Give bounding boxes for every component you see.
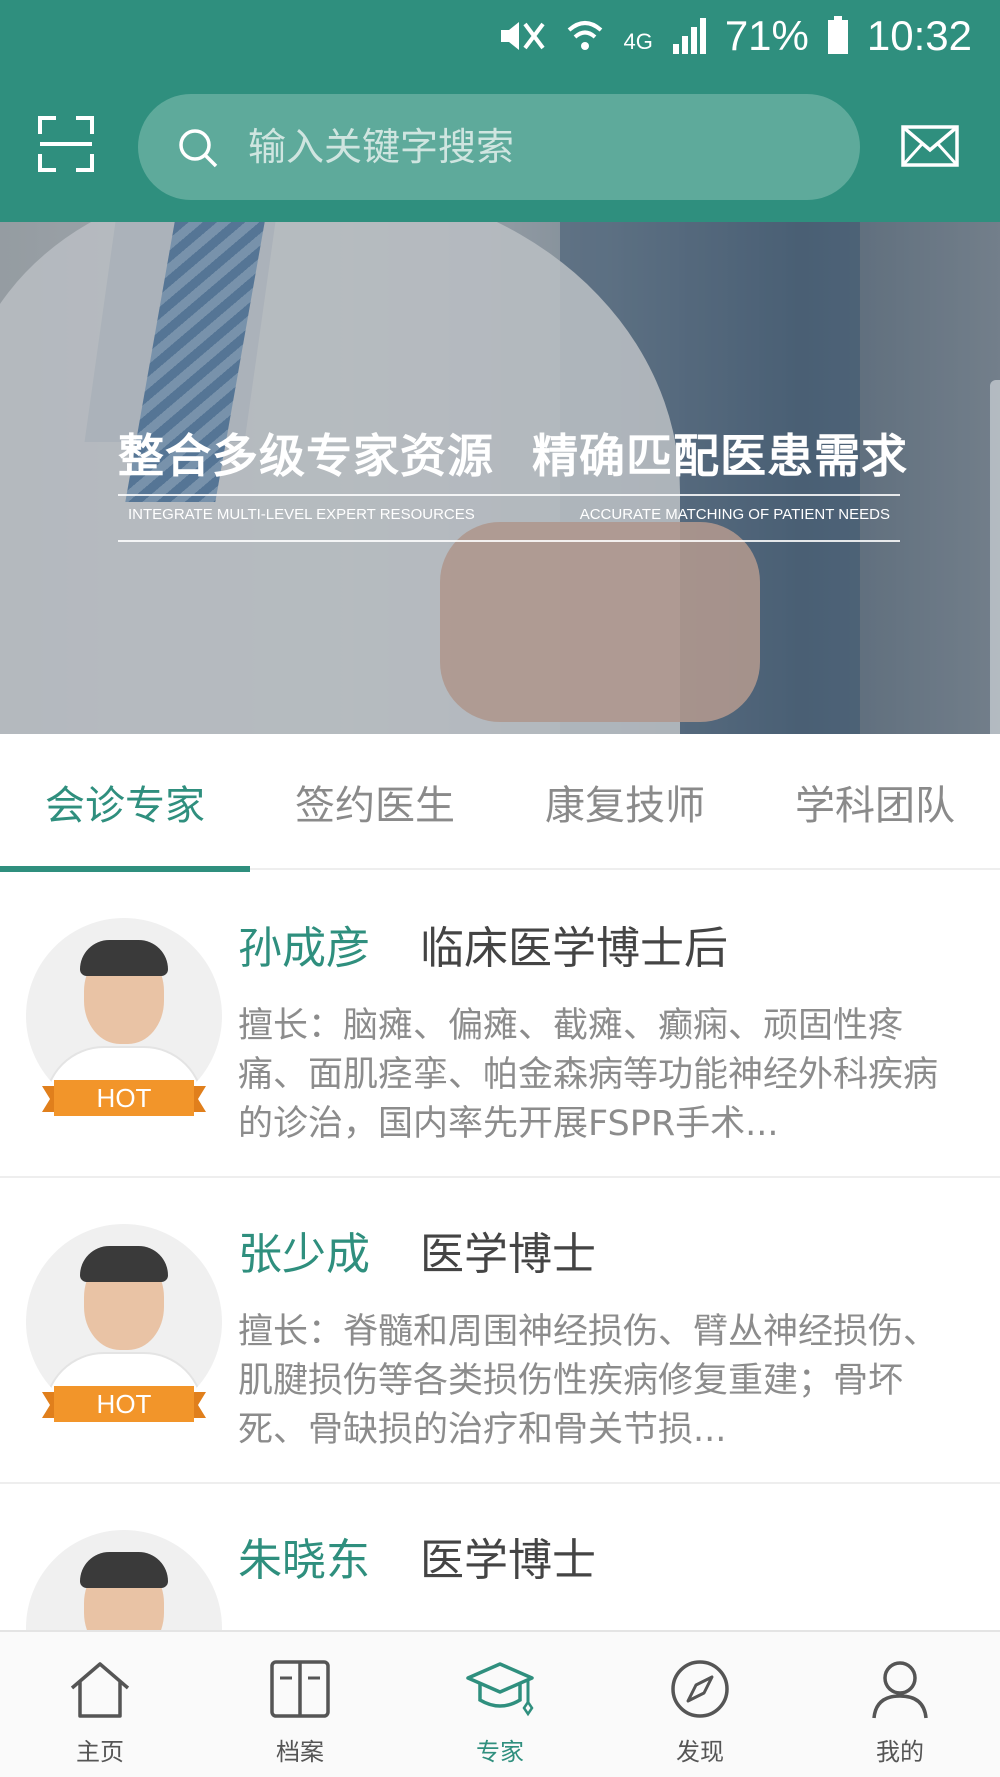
status-bar: 4G 71% 10:32 (0, 0, 1000, 72)
avatar-hair (80, 1552, 168, 1588)
battery-icon (827, 16, 848, 54)
signal-icon (672, 18, 706, 54)
nav-discover-label: 发现 (676, 1738, 724, 1766)
app-header: 4G 71% 10:32 (0, 0, 1000, 222)
promo-banner[interactable]: 整合多级专家资源 精确匹配医患需求 INTEGRATE MULTI-LEVEL … (0, 222, 1000, 734)
banner-divider-bottom (118, 540, 900, 542)
graduation-cap-icon (466, 1662, 534, 1717)
network-type-label: 4G (623, 29, 653, 54)
banner-title-right: 精确匹配医患需求 (532, 429, 908, 483)
nav-discover[interactable]: 发现 (600, 1632, 800, 1777)
banner-sub-right: ACCURATE MATCHING OF PATIENT NEEDS (579, 506, 890, 523)
nav-profile[interactable]: 我的 (800, 1632, 1000, 1777)
message-button[interactable] (900, 124, 960, 168)
banner-headline: 整合多级专家资源 精确匹配医患需求 (118, 420, 908, 486)
doctor-card[interactable]: HOT 孙成彦 临床医学博士后 擅长：脑瘫、偏瘫、截瘫、癫痫、顽固性疼痛、面肌痉… (0, 872, 1000, 1178)
expert-category-tabs: 会诊专家 签约医生 康复技师 学科团队 (0, 734, 1000, 872)
mute-icon (501, 22, 546, 50)
hot-badge-label: HOT (96, 1389, 152, 1419)
doctor-specialty: 擅长：脊髓和周围神经损伤、臂丛神经损伤、肌腱损伤等各类损伤性疾病修复重建；骨坏死… (238, 1312, 939, 1450)
avatar-hair (80, 940, 168, 976)
nav-experts[interactable]: 专家 (400, 1632, 600, 1777)
doctor-specialty: 擅长：脑瘫、偏瘫、截瘫、癫痫、顽固性疼痛、面肌痉挛、帕金森病等功能神经外科疾病的… (238, 1006, 939, 1144)
banner-title-left: 整合多级专家资源 (118, 429, 494, 483)
doctor-card[interactable]: HOT 张少成 医学博士 擅长：脊髓和周围神经损伤、臂丛神经损伤、肌腱损伤等各类… (0, 1178, 1000, 1484)
banner-sub-left: INTEGRATE MULTI-LEVEL EXPERT RESOURCES (128, 506, 475, 523)
clock-label: 10:32 (866, 12, 972, 59)
doctor-name: 张少成 (238, 1229, 370, 1280)
doctor-card[interactable]: 朱晓东 医学博士 (0, 1484, 1000, 1630)
scan-button[interactable] (36, 114, 96, 174)
mail-icon (901, 125, 959, 167)
user-icon (872, 1661, 928, 1719)
hot-badge: HOT (42, 1080, 206, 1120)
battery-percent-label: 71% (724, 12, 809, 59)
hot-badge: HOT (42, 1386, 206, 1426)
doctor-title: 临床医学博士后 (420, 923, 728, 974)
nav-home-label: 主页 (76, 1738, 124, 1766)
status-icons: 4G 71% 10:32 (497, 8, 972, 64)
doctor-name: 孙成彦 (238, 923, 370, 974)
doctor-avatar (26, 1530, 222, 1630)
banner-divider-top (118, 494, 900, 496)
search-input[interactable] (248, 94, 828, 200)
nav-profile-label: 我的 (876, 1738, 924, 1766)
search-bar[interactable] (138, 94, 860, 200)
tab-discipline-teams[interactable]: 学科团队 (750, 734, 1000, 870)
tab-rehab-technicians[interactable]: 康复技师 (500, 734, 750, 870)
nav-archive[interactable]: 档案 (200, 1632, 400, 1777)
tab-consult-experts[interactable]: 会诊专家 (0, 734, 250, 870)
nav-home[interactable]: 主页 (0, 1632, 200, 1777)
doctor-list: HOT 孙成彦 临床医学博士后 擅长：脑瘫、偏瘫、截瘫、癫痫、顽固性疼痛、面肌痉… (0, 872, 1000, 1630)
home-icon (70, 1662, 130, 1718)
nav-experts-label: 专家 (476, 1738, 524, 1766)
compass-icon (671, 1660, 729, 1718)
doctor-title: 医学博士 (420, 1535, 596, 1586)
doctor-name: 朱晓东 (238, 1535, 370, 1586)
doctor-title: 医学博士 (420, 1229, 596, 1280)
nav-archive-label: 档案 (276, 1738, 324, 1766)
scan-icon (38, 116, 94, 172)
archive-icon (270, 1660, 330, 1718)
tab-contract-doctors[interactable]: 签约医生 (250, 734, 500, 870)
avatar-hair (80, 1246, 168, 1282)
banner-subheadline: INTEGRATE MULTI-LEVEL EXPERT RESOURCES A… (118, 506, 900, 523)
search-icon (179, 129, 218, 168)
wifi-icon (568, 21, 603, 50)
bottom-navigation: 主页 档案 专家 发现 我的 (0, 1630, 1000, 1777)
hot-badge-label: HOT (96, 1083, 152, 1113)
